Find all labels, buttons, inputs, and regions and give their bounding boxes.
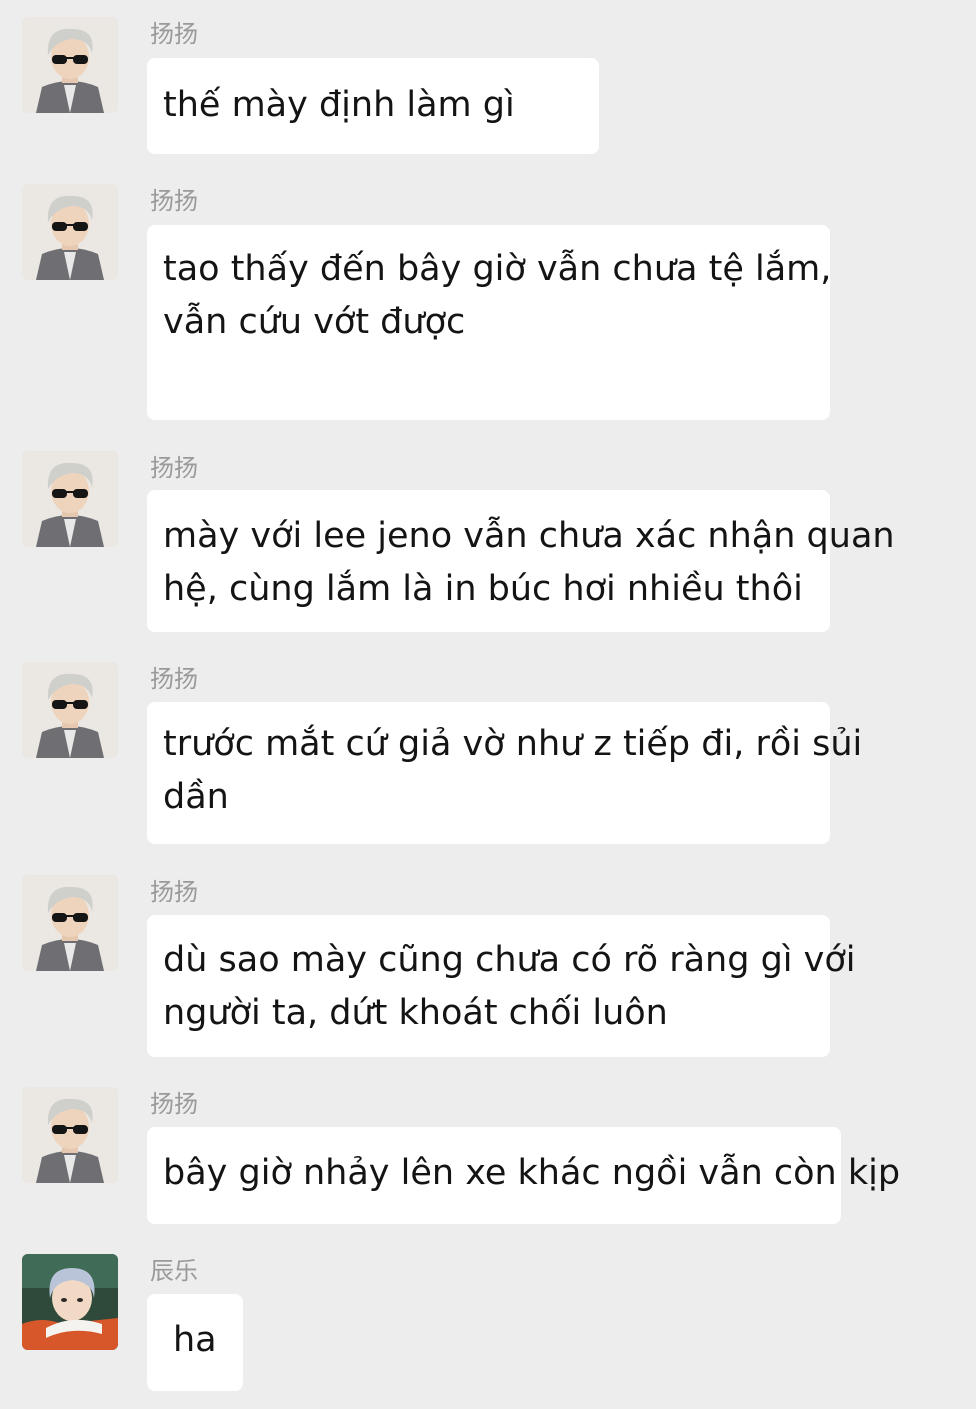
message-bubble[interactable]: trước mắt cứ giả vờ như z tiếp đi, rồi s…	[147, 702, 863, 844]
message-row: 扬扬 trước mắt cứ giả vờ như z tiếp đi, rồ…	[0, 662, 976, 847]
sunglasses-avatar-icon	[22, 451, 118, 547]
message-bubble[interactable]: thế mày định làm gì	[147, 58, 599, 154]
message-text: tao thấy đến bây giờ vẫn chưa tệ lắm,	[163, 249, 832, 289]
message-text: dù sao mày cũng chưa có rõ ràng gì với	[163, 940, 856, 980]
message-text: người ta, dứt khoát chối luôn	[163, 993, 668, 1033]
message-row: 扬扬 dù sao mày cũng chưa có rõ ràng gì vớ…	[0, 875, 976, 1060]
message-row: 扬扬 mày với lee jeno vẫn chưa xác nhận qu…	[0, 451, 976, 636]
avatar[interactable]	[22, 875, 118, 971]
avatar[interactable]	[22, 17, 118, 113]
sunglasses-avatar-icon	[22, 17, 118, 113]
message-text: dần	[163, 777, 229, 817]
sunglasses-avatar-icon	[22, 875, 118, 971]
message-bubble[interactable]: mày với lee jeno vẫn chưa xác nhận quan …	[147, 490, 895, 632]
message-row: 扬扬 bây giờ nhảy lên xe khác ngồi vẫn còn…	[0, 1087, 976, 1227]
chat-conversation: 扬扬 thế mày định làm gì 扬扬 tao thấy đến b…	[0, 0, 976, 1409]
message-text: ha	[173, 1320, 217, 1360]
sender-name: 扬扬	[150, 20, 198, 48]
avatar[interactable]	[22, 184, 118, 280]
message-row: 辰乐 ha	[0, 1254, 976, 1394]
sunglasses-avatar-icon	[22, 662, 118, 758]
avatar[interactable]	[22, 1254, 118, 1350]
sender-name: 扬扬	[150, 454, 198, 482]
message-bubble[interactable]: bây giờ nhảy lên xe khác ngồi vẫn còn kị…	[147, 1127, 901, 1224]
message-text: trước mắt cứ giả vờ như z tiếp đi, rồi s…	[163, 724, 863, 764]
sender-name: 扬扬	[150, 878, 198, 906]
car-avatar-icon	[22, 1254, 118, 1350]
message-text: thế mày định làm gì	[163, 85, 515, 125]
avatar[interactable]	[22, 451, 118, 547]
sunglasses-avatar-icon	[22, 1087, 118, 1183]
message-text: vẫn cứu vớt được	[163, 302, 466, 342]
message-row: 扬扬 thế mày định làm gì	[0, 17, 976, 157]
sender-name: 扬扬	[150, 187, 198, 215]
message-row: 扬扬 tao thấy đến bây giờ vẫn chưa tệ lắm,…	[0, 184, 976, 424]
message-bubble[interactable]: tao thấy đến bây giờ vẫn chưa tệ lắm, vẫ…	[147, 225, 832, 420]
sender-name: 扬扬	[150, 1090, 198, 1118]
message-bubble[interactable]: ha	[147, 1294, 243, 1391]
sunglasses-avatar-icon	[22, 184, 118, 280]
avatar[interactable]	[22, 662, 118, 758]
avatar[interactable]	[22, 1087, 118, 1183]
message-text: hệ, cùng lắm là in búc hơi nhiều thôi	[163, 569, 803, 609]
message-bubble[interactable]: dù sao mày cũng chưa có rõ ràng gì với n…	[147, 915, 856, 1057]
sender-name: 辰乐	[150, 1257, 198, 1285]
message-text: mày với lee jeno vẫn chưa xác nhận quan	[163, 516, 895, 556]
message-text: bây giờ nhảy lên xe khác ngồi vẫn còn kị…	[163, 1153, 901, 1193]
sender-name: 扬扬	[150, 665, 198, 693]
